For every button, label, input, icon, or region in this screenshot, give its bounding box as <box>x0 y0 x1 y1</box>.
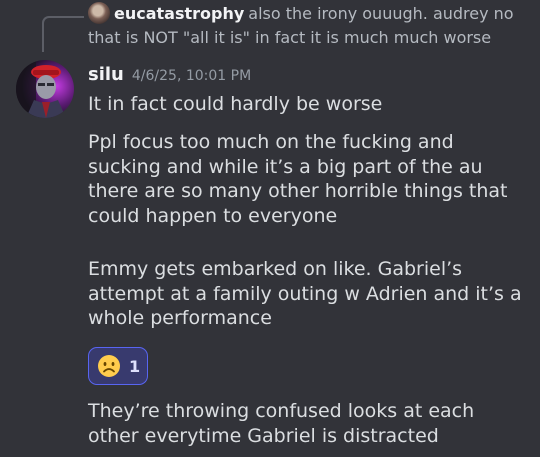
reply-preview[interactable]: eucatastrophy also the irony ouuugh. audr… <box>88 2 528 50</box>
message-line: They’re throwing confused looks at each … <box>88 400 475 447</box>
reply-author-avatar[interactable] <box>88 2 110 24</box>
avatar-image <box>16 60 74 118</box>
message-line: It in fact could hardly be worse <box>88 93 383 115</box>
message-line: Ppl focus too much on the fucking and su… <box>88 131 508 227</box>
frowning-face-icon <box>98 355 120 377</box>
message-author[interactable]: silu <box>88 64 124 85</box>
message-timestamp[interactable]: 4/6/25, 10:01 PM <box>132 68 251 84</box>
message-line: Emmy gets embarked on like. Gabriel’s at… <box>88 258 522 329</box>
avatar[interactable] <box>16 60 74 118</box>
reaction-button[interactable]: 1 <box>88 347 148 385</box>
reaction-count: 1 <box>129 356 141 376</box>
message-header: silu 4/6/25, 10:01 PM <box>88 62 251 88</box>
reply-connector-line <box>42 16 84 52</box>
reply-author-name[interactable]: eucatastrophy <box>114 4 244 23</box>
